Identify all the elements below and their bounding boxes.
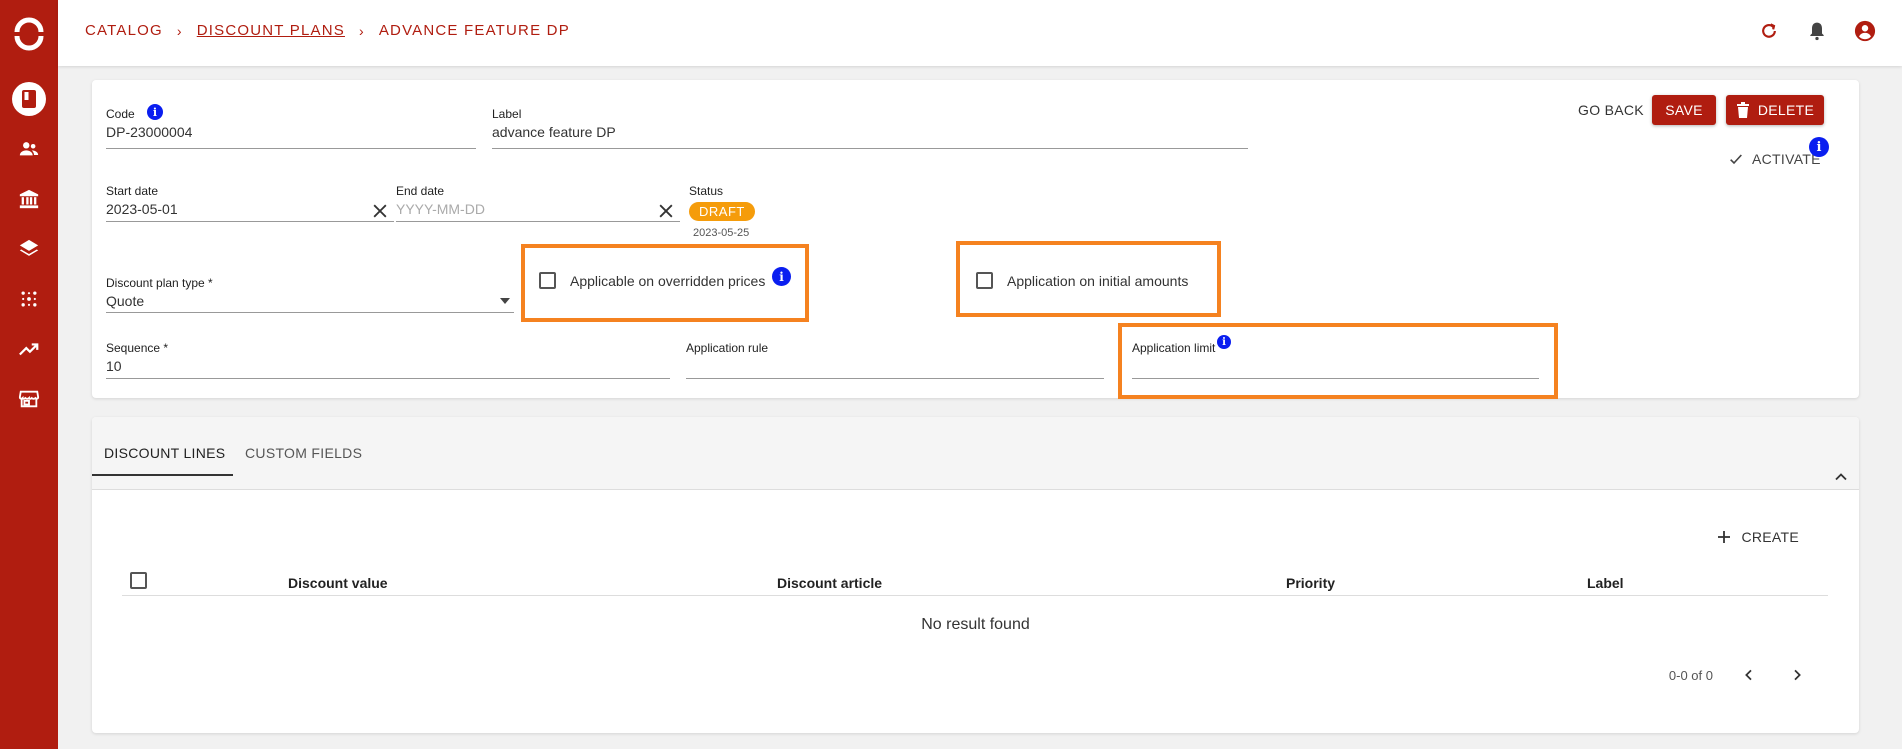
application-limit-info-icon[interactable]: i [1217, 335, 1231, 349]
column-header-label[interactable]: Label [1587, 575, 1624, 591]
chevron-up-icon[interactable] [1831, 467, 1851, 487]
layers-icon [18, 238, 40, 265]
application-limit-label: Application limit [1132, 341, 1216, 355]
clear-end-date-icon[interactable] [656, 201, 676, 221]
bell-icon[interactable] [1804, 18, 1830, 44]
end-date-field[interactable]: End date YYYY-MM-DD [396, 184, 680, 222]
applicable-overridden-row: Applicable on overridden prices [539, 272, 765, 289]
pagination: 0-0 of 0 [1669, 663, 1809, 687]
start-date-field[interactable]: Start date 2023-05-01 [106, 184, 394, 222]
code-value: DP-23000004 [106, 124, 193, 140]
sidebar-item-customers[interactable] [14, 136, 44, 166]
status-badge: DRAFT [689, 202, 755, 221]
applicable-overridden-checkbox[interactable] [539, 272, 556, 289]
code-info-icon[interactable]: i [147, 104, 163, 120]
active-tab-indicator [92, 474, 233, 476]
applicable-overridden-label: Applicable on overridden prices [570, 272, 766, 289]
store-icon [18, 388, 40, 415]
plus-icon [1717, 530, 1731, 544]
breadcrumb-current: ADVANCE FEATURE DP [378, 22, 570, 39]
select-all-checkbox[interactable] [130, 572, 147, 589]
activate-button[interactable]: ACTIVATE [1728, 151, 1821, 167]
discount-lines-panel: DISCOUNT LINES CUSTOM FIELDS CREATE Disc… [92, 417, 1859, 733]
start-date-label: Start date [106, 184, 159, 198]
column-header-discount-value[interactable]: Discount value [288, 575, 388, 591]
discount-plan-form: Code DP-23000004 i Label advance feature… [92, 80, 1859, 399]
application-limit-field[interactable]: Application limit [1132, 341, 1539, 379]
delete-label: DELETE [1757, 102, 1815, 118]
breadcrumb: CATALOG › DISCOUNT PLANS › ADVANCE FEATU… [85, 22, 570, 39]
breadcrumb-catalog[interactable]: CATALOG [85, 22, 163, 39]
discount-plan-type-select[interactable]: Discount plan type * Quote [106, 276, 514, 313]
trash-icon [1736, 102, 1750, 118]
breadcrumb-discount-plans[interactable]: DISCOUNT PLANS [197, 22, 345, 39]
go-back-button[interactable]: GO BACK [1578, 102, 1644, 118]
sidebar-item-grid[interactable] [14, 286, 44, 316]
status-field: Status DRAFT 2023-05-25 [689, 184, 789, 239]
refresh-icon[interactable] [1756, 18, 1782, 44]
people-icon [18, 138, 40, 165]
end-date-placeholder: YYYY-MM-DD [396, 201, 485, 217]
sidebar-item-store[interactable] [14, 386, 44, 416]
start-date-value: 2023-05-01 [106, 201, 178, 217]
caret-down-icon [500, 298, 510, 304]
label-value: advance feature DP [492, 124, 616, 140]
applicable-overridden-info-icon[interactable]: i [772, 267, 791, 286]
create-label: CREATE [1741, 529, 1799, 545]
save-button[interactable]: SAVE [1652, 95, 1716, 125]
top-bar-actions [1756, 18, 1878, 44]
chevron-right-icon: › [358, 22, 365, 39]
sidebar-item-catalog[interactable] [8, 80, 50, 122]
application-initial-label: Application on initial amounts [1007, 272, 1189, 289]
next-page-icon[interactable] [1785, 663, 1809, 687]
discount-plan-type-value: Quote [106, 293, 145, 309]
create-line-button[interactable]: CREATE [1717, 529, 1799, 545]
empty-state-message: No result found [921, 616, 1030, 633]
column-header-discount-article[interactable]: Discount article [777, 575, 882, 591]
sidebar-item-reports[interactable] [14, 336, 44, 366]
account-circle-icon[interactable] [1852, 18, 1878, 44]
sequence-field[interactable]: Sequence * 10 [106, 341, 670, 379]
bank-icon [18, 188, 40, 215]
trending-up-icon [18, 338, 40, 365]
delete-button[interactable]: DELETE [1726, 95, 1824, 125]
check-icon [1728, 151, 1744, 167]
application-initial-checkbox[interactable] [976, 272, 993, 289]
discount-plan-type-label: Discount plan type * [106, 276, 213, 290]
top-bar: CATALOG › DISCOUNT PLANS › ADVANCE FEATU… [58, 0, 1902, 66]
status-date: 2023-05-25 [693, 227, 750, 239]
grid-dots-icon [19, 289, 39, 314]
end-date-label: End date [396, 184, 445, 198]
label-label: Label [492, 107, 522, 121]
sequence-label: Sequence * [106, 341, 169, 355]
clear-start-date-icon[interactable] [370, 201, 390, 221]
sidebar-item-layers[interactable] [14, 236, 44, 266]
chevron-right-icon: › [176, 22, 183, 39]
table-header: Discount value Discount article Priority… [122, 568, 1828, 596]
status-label: Status [689, 184, 724, 198]
activate-info-icon[interactable]: i [1809, 137, 1829, 157]
column-header-priority[interactable]: Priority [1286, 575, 1335, 591]
sequence-value: 10 [106, 358, 122, 374]
application-rule-label: Application rule [686, 341, 769, 355]
tabs-bar: DISCOUNT LINES CUSTOM FIELDS [92, 417, 1859, 490]
tab-custom-fields[interactable]: CUSTOM FIELDS [245, 445, 362, 461]
previous-page-icon[interactable] [1737, 663, 1761, 687]
sidebar-item-finance[interactable] [14, 186, 44, 216]
application-rule-field[interactable]: Application rule [686, 341, 1104, 379]
book-icon [11, 81, 47, 122]
sidebar [0, 0, 58, 749]
app-logo-icon[interactable] [11, 16, 47, 52]
pagination-range: 0-0 of 0 [1668, 667, 1713, 683]
tab-discount-lines[interactable]: DISCOUNT LINES [104, 445, 225, 461]
label-field[interactable]: Label advance feature DP [492, 107, 1248, 149]
application-initial-row: Application on initial amounts [976, 272, 1188, 289]
